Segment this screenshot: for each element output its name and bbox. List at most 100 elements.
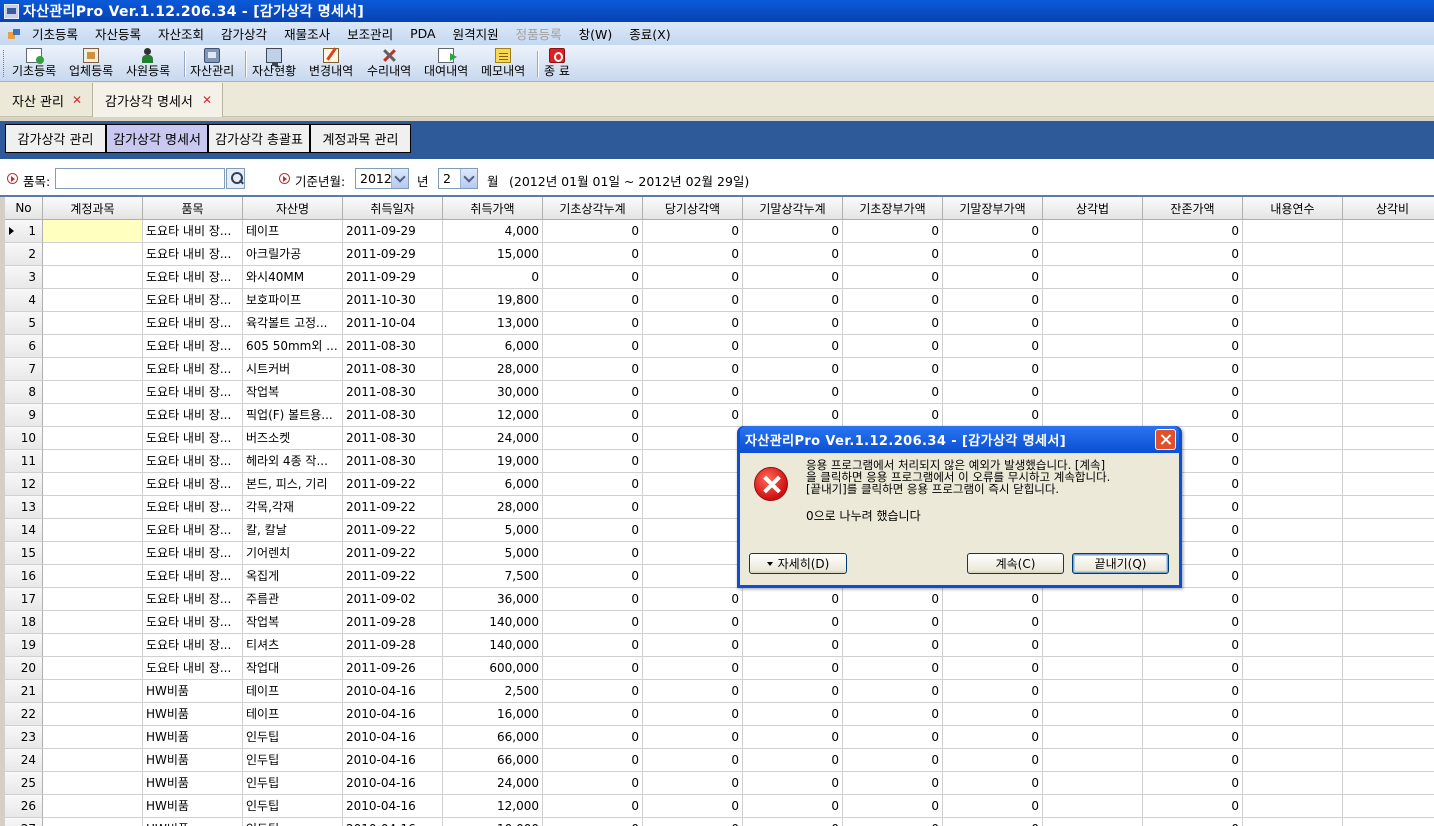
column-header-account[interactable]: 계정과목 [43, 197, 143, 220]
table-cell[interactable]: 0 [643, 404, 743, 427]
column-header-useful-life[interactable]: 내용연수 [1243, 197, 1343, 220]
table-cell[interactable]: 0 [843, 220, 943, 243]
table-cell[interactable]: 2010-04-16 [343, 749, 443, 772]
table-cell[interactable]: 13,000 [443, 312, 543, 335]
table-cell[interactable]: 0 [943, 795, 1043, 818]
table-cell[interactable]: 0 [543, 312, 643, 335]
table-cell[interactable] [1043, 358, 1143, 381]
table-cell[interactable]: 도요타 내비 장... [143, 381, 243, 404]
row-header[interactable]: 17 [5, 588, 43, 611]
table-cell[interactable] [43, 588, 143, 611]
table-cell[interactable] [1343, 818, 1434, 826]
table-cell[interactable]: 헤라외 4종 작... [243, 450, 343, 473]
table-cell[interactable] [643, 450, 743, 473]
table-cell[interactable] [1043, 266, 1143, 289]
table-cell[interactable]: 0 [543, 657, 643, 680]
tab-depreciation-management[interactable]: 감가상각 관리 [5, 124, 106, 153]
table-cell[interactable] [43, 680, 143, 703]
table-cell[interactable] [1043, 795, 1143, 818]
table-cell[interactable]: 0 [743, 611, 843, 634]
table-cell[interactable]: 0 [1143, 266, 1243, 289]
table-cell[interactable]: 0 [543, 588, 643, 611]
table-cell[interactable] [1343, 634, 1434, 657]
table-cell[interactable] [1043, 749, 1143, 772]
table-cell[interactable]: 0 [943, 726, 1043, 749]
table-cell[interactable] [1343, 266, 1434, 289]
quit-button[interactable]: 끝내기(Q) [1072, 553, 1169, 574]
table-cell[interactable]: 0 [843, 634, 943, 657]
table-cell[interactable]: 0 [743, 680, 843, 703]
table-cell[interactable]: 2011-09-28 [343, 611, 443, 634]
table-cell[interactable] [1043, 220, 1143, 243]
menu-exit[interactable]: 종료(X) [629, 24, 670, 43]
table-cell[interactable]: 0 [1143, 680, 1243, 703]
table-cell[interactable]: 2011-09-22 [343, 565, 443, 588]
table-cell[interactable]: 2011-09-29 [343, 266, 443, 289]
table-cell[interactable] [43, 749, 143, 772]
table-cell[interactable] [1043, 404, 1143, 427]
table-cell[interactable]: 2011-09-22 [343, 473, 443, 496]
table-cell[interactable]: 0 [443, 266, 543, 289]
table-cell[interactable] [43, 611, 143, 634]
table-cell[interactable]: 0 [943, 404, 1043, 427]
tab-depreciation-statement[interactable]: 감가상각 명세서 [106, 124, 208, 153]
table-cell[interactable]: 0 [843, 726, 943, 749]
table-cell[interactable]: 0 [743, 266, 843, 289]
table-cell[interactable] [643, 496, 743, 519]
table-cell[interactable]: 픽업(F) 볼트용... [243, 404, 343, 427]
table-cell[interactable] [643, 427, 743, 450]
table-cell[interactable] [1043, 588, 1143, 611]
table-cell[interactable]: 0 [643, 611, 743, 634]
table-cell[interactable]: 2011-08-30 [343, 427, 443, 450]
table-cell[interactable] [1043, 680, 1143, 703]
repair-history-button[interactable]: 수리내역 [367, 48, 411, 80]
table-cell[interactable]: 600,000 [443, 657, 543, 680]
vendor-registration-button[interactable]: 업체등록 [69, 48, 113, 80]
table-cell[interactable]: 도요타 내비 장... [143, 519, 243, 542]
table-cell[interactable] [1243, 473, 1343, 496]
table-cell[interactable]: 28,000 [443, 496, 543, 519]
table-cell[interactable]: 0 [543, 358, 643, 381]
table-cell[interactable]: HW비품 [143, 680, 243, 703]
row-header[interactable]: 22 [5, 703, 43, 726]
table-cell[interactable]: 육각볼트 고정... [243, 312, 343, 335]
table-cell[interactable] [1343, 289, 1434, 312]
table-cell[interactable]: 인두팁 [243, 818, 343, 826]
table-cell[interactable] [1043, 703, 1143, 726]
menu-aux-management[interactable]: 보조관리 [347, 24, 393, 43]
table-cell[interactable] [1243, 795, 1343, 818]
table-cell[interactable] [1343, 703, 1434, 726]
table-cell[interactable]: 0 [843, 289, 943, 312]
table-cell[interactable]: 0 [743, 220, 843, 243]
table-cell[interactable] [43, 726, 143, 749]
table-cell[interactable]: 0 [943, 266, 1043, 289]
row-header[interactable]: 18 [5, 611, 43, 634]
column-header-item[interactable]: 품목 [143, 197, 243, 220]
table-cell[interactable] [43, 634, 143, 657]
column-header-closing-accum[interactable]: 기말상각누계 [743, 197, 843, 220]
table-cell[interactable]: 10,000 [443, 818, 543, 826]
table-row[interactable]: 25 HW비품 인두팁 2010-04-16 24,000 0 0 0 0 0 0 [5, 772, 1434, 795]
table-cell[interactable] [1243, 657, 1343, 680]
table-cell[interactable]: 작업복 [243, 381, 343, 404]
table-cell[interactable]: 0 [943, 312, 1043, 335]
table-cell[interactable]: 도요타 내비 장... [143, 657, 243, 680]
table-cell[interactable] [43, 335, 143, 358]
table-cell[interactable]: 0 [643, 381, 743, 404]
column-header-depr-rate[interactable]: 상각비 [1343, 197, 1434, 220]
row-header[interactable]: 27 [5, 818, 43, 826]
table-cell[interactable] [1243, 726, 1343, 749]
table-cell[interactable]: 0 [843, 749, 943, 772]
row-header[interactable]: 8 [5, 381, 43, 404]
table-cell[interactable]: 0 [543, 818, 643, 826]
table-cell[interactable]: 2010-04-16 [343, 726, 443, 749]
menu-basic-registration[interactable]: 기초등록 [32, 24, 78, 43]
table-cell[interactable]: 0 [543, 542, 643, 565]
table-cell[interactable]: 2011-08-30 [343, 450, 443, 473]
table-cell[interactable] [643, 542, 743, 565]
table-cell[interactable] [1243, 220, 1343, 243]
table-cell[interactable]: 0 [943, 335, 1043, 358]
table-cell[interactable]: 2011-09-29 [343, 220, 443, 243]
table-cell[interactable]: 12,000 [443, 795, 543, 818]
table-cell[interactable] [43, 496, 143, 519]
